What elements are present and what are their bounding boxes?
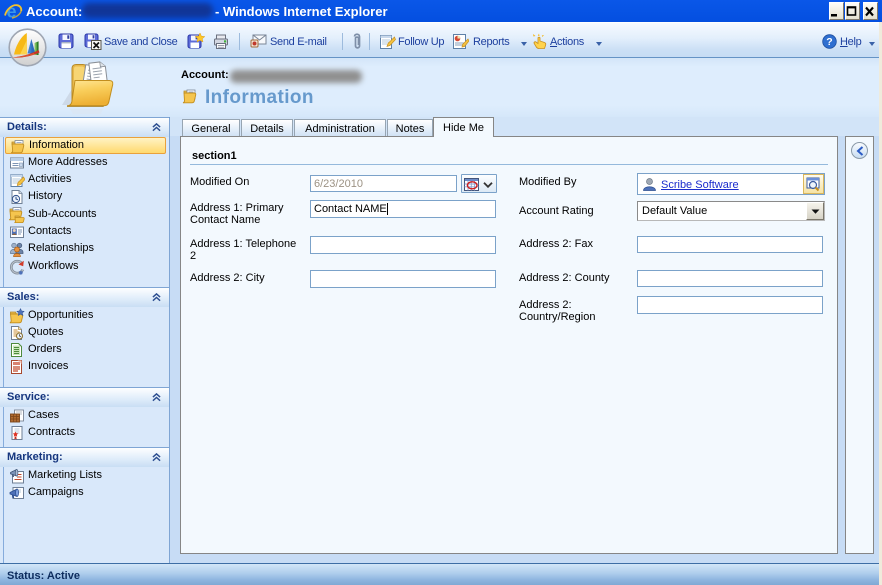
svg-text:?: ? xyxy=(826,36,832,48)
